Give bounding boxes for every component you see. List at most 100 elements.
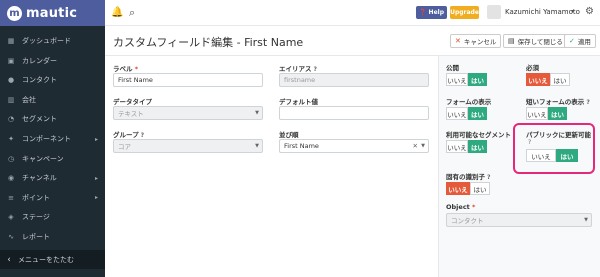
form-display-label: フォームの表示 (446, 98, 492, 106)
sidebar-item-label: キャンペーン (22, 154, 64, 163)
sidebar-item[interactable]: ◷ キャンペーン (0, 150, 105, 168)
help-icon: ? (140, 132, 145, 139)
public-toggle[interactable]: いいえ はい (446, 73, 487, 86)
public-update-no[interactable]: いいえ (526, 149, 556, 162)
public-update-yes[interactable]: はい (556, 149, 578, 162)
public-update-label: パブリックに更新可能 (526, 131, 591, 139)
form-display-no[interactable]: いいえ (446, 107, 468, 120)
pie-chart-icon: ◔ (7, 115, 15, 124)
short-form-toggle[interactable]: いいえ はい (526, 107, 567, 120)
sidebar-item[interactable]: ● コンタクト (0, 71, 105, 89)
sliders-icon: ≡ (8, 193, 14, 202)
order-field-label: 並び順 (279, 131, 299, 139)
topbar: 🔔 ⌕ ❓ Help Upgrade Kazumichi Yamamoto ▾ … (105, 0, 600, 26)
sidebar-item-label: セグメント (22, 115, 57, 124)
public-update-toggle[interactable]: いいえ はい (526, 149, 578, 162)
sidebar-item[interactable]: ▣ カレンダー (0, 52, 105, 70)
cancel-button[interactable]: ✕ キャンセル (450, 34, 502, 48)
dropdown-arrow-icon: ▼ (255, 143, 259, 149)
datatype-field-label: データタイプ (113, 98, 152, 106)
object-select[interactable]: コンタクト ▼ (446, 213, 592, 227)
default-value-field[interactable] (279, 106, 429, 120)
clear-icon: ✕ (412, 142, 418, 150)
app-brand: mautic (26, 5, 78, 21)
required-no[interactable]: いいえ (526, 73, 550, 86)
chevron-left-icon: ‹ (7, 254, 11, 265)
bell-icon[interactable]: 🔔 (111, 7, 123, 18)
dropdown-arrow-icon: ▼ (421, 143, 425, 149)
public-yes[interactable]: はい (468, 73, 487, 86)
sidebar-item-label: 会社 (22, 95, 36, 104)
sidebar-item[interactable]: ◉ チャンネル ▸ (0, 169, 105, 187)
group-select[interactable]: コア ▼ (113, 139, 263, 153)
short-form-yes[interactable]: はい (548, 107, 567, 120)
puzzle-icon: ✦ (8, 135, 14, 143)
apply-button[interactable]: ✓ 適用 (564, 34, 596, 48)
sidebar-item[interactable]: ▦ ダッシュボード (0, 32, 105, 50)
help-icon: ? (586, 99, 590, 106)
help-icon: ? (528, 139, 532, 146)
alias-field-label: エイリアス? (279, 65, 317, 73)
sidebar-item-label: チャンネル (22, 174, 57, 183)
object-label: Object * (446, 203, 476, 211)
username[interactable]: Kazumichi Yamamoto (505, 8, 580, 16)
required-toggle[interactable]: いいえ はい (526, 73, 570, 86)
app-logo[interactable]: m mautic (0, 0, 105, 26)
unique-id-toggle[interactable]: いいえ はい (446, 182, 490, 195)
main-form: ラベル * First Name エイリアス? firstname データタイプ… (105, 56, 438, 277)
cancel-label: キャンセル (463, 38, 497, 46)
chevron-right-icon: ▸ (95, 135, 99, 143)
short-form-no[interactable]: いいえ (526, 107, 548, 120)
help-button[interactable]: ❓ Help (416, 6, 447, 19)
alias-field[interactable]: firstname (279, 73, 429, 87)
gear-icon[interactable]: ⚙ (585, 6, 594, 17)
sidebar: m mautic ▦ ダッシュボード ▣ カレンダー ● コンタクト ▥ 会社 ◔ セグメント ✦ コ… (0, 0, 105, 277)
unique-id-no[interactable]: いいえ (446, 182, 470, 195)
sidebar-item[interactable]: ✦ コンポーネント ▸ (0, 130, 105, 148)
dropdown-arrow-icon: ▼ (255, 110, 259, 116)
segment-toggle[interactable]: いいえ はい (446, 140, 487, 153)
sidebar-item[interactable]: ◔ セグメント (0, 110, 105, 128)
sidebar-item[interactable]: ◈ ステージ (0, 208, 105, 226)
mautic-logo-icon: m (7, 5, 22, 21)
group-field-label: グループ? (113, 131, 145, 139)
chevron-right-icon: ▸ (95, 194, 99, 202)
sidebar-item-label: コンポーネント (22, 135, 71, 143)
order-select[interactable]: First Name ✕ ▼ (279, 139, 429, 153)
rss-icon: ◉ (7, 174, 15, 183)
save-close-button[interactable]: ▤ 保存して閉じる (503, 34, 568, 48)
clock-icon: ◷ (7, 154, 15, 163)
public-no[interactable]: いいえ (446, 73, 468, 86)
unique-id-yes[interactable]: はい (470, 182, 490, 195)
datatype-select[interactable]: テキスト ▼ (113, 106, 263, 120)
required-yes[interactable]: はい (550, 73, 570, 86)
short-form-label: 短いフォームの表示? (526, 98, 590, 106)
label-field[interactable]: First Name (113, 73, 263, 87)
user-icon: ● (7, 76, 15, 85)
form-display-toggle[interactable]: いいえ はい (446, 107, 487, 120)
help-icon: ? (487, 174, 491, 181)
collapse-menu-button[interactable]: ‹ メニューをたたむ (0, 250, 105, 269)
line-chart-icon: ∿ (8, 233, 14, 241)
default-value-label: デフォルト値 (279, 98, 318, 106)
required-label: 必須 (526, 64, 539, 72)
sidebar-item[interactable]: ∿ レポート (0, 228, 105, 246)
chevron-right-icon: ▸ (95, 174, 99, 182)
sidebar-item[interactable]: ≡ ポイント ▸ (0, 189, 105, 207)
sidebar-item-label: レポート (22, 233, 50, 241)
close-icon: ✕ (455, 37, 461, 45)
cube-icon: ◈ (8, 213, 14, 222)
segment-yes[interactable]: はい (468, 140, 487, 153)
dashboard-icon: ▦ (7, 37, 15, 45)
apply-label: 適用 (577, 38, 591, 46)
upgrade-button[interactable]: Upgrade (450, 6, 479, 19)
sidebar-item-label: カレンダー (22, 56, 57, 65)
page-title: カスタムフィールド編集 - First Name (113, 36, 304, 49)
segment-no[interactable]: いいえ (446, 140, 468, 153)
form-display-yes[interactable]: はい (468, 107, 487, 120)
help-icon: ? (313, 66, 317, 73)
search-icon[interactable]: ⌕ (129, 6, 135, 20)
avatar[interactable] (487, 5, 501, 19)
sidebar-item[interactable]: ▥ 会社 (0, 91, 105, 109)
chevron-down-icon[interactable]: ▾ (571, 8, 574, 15)
